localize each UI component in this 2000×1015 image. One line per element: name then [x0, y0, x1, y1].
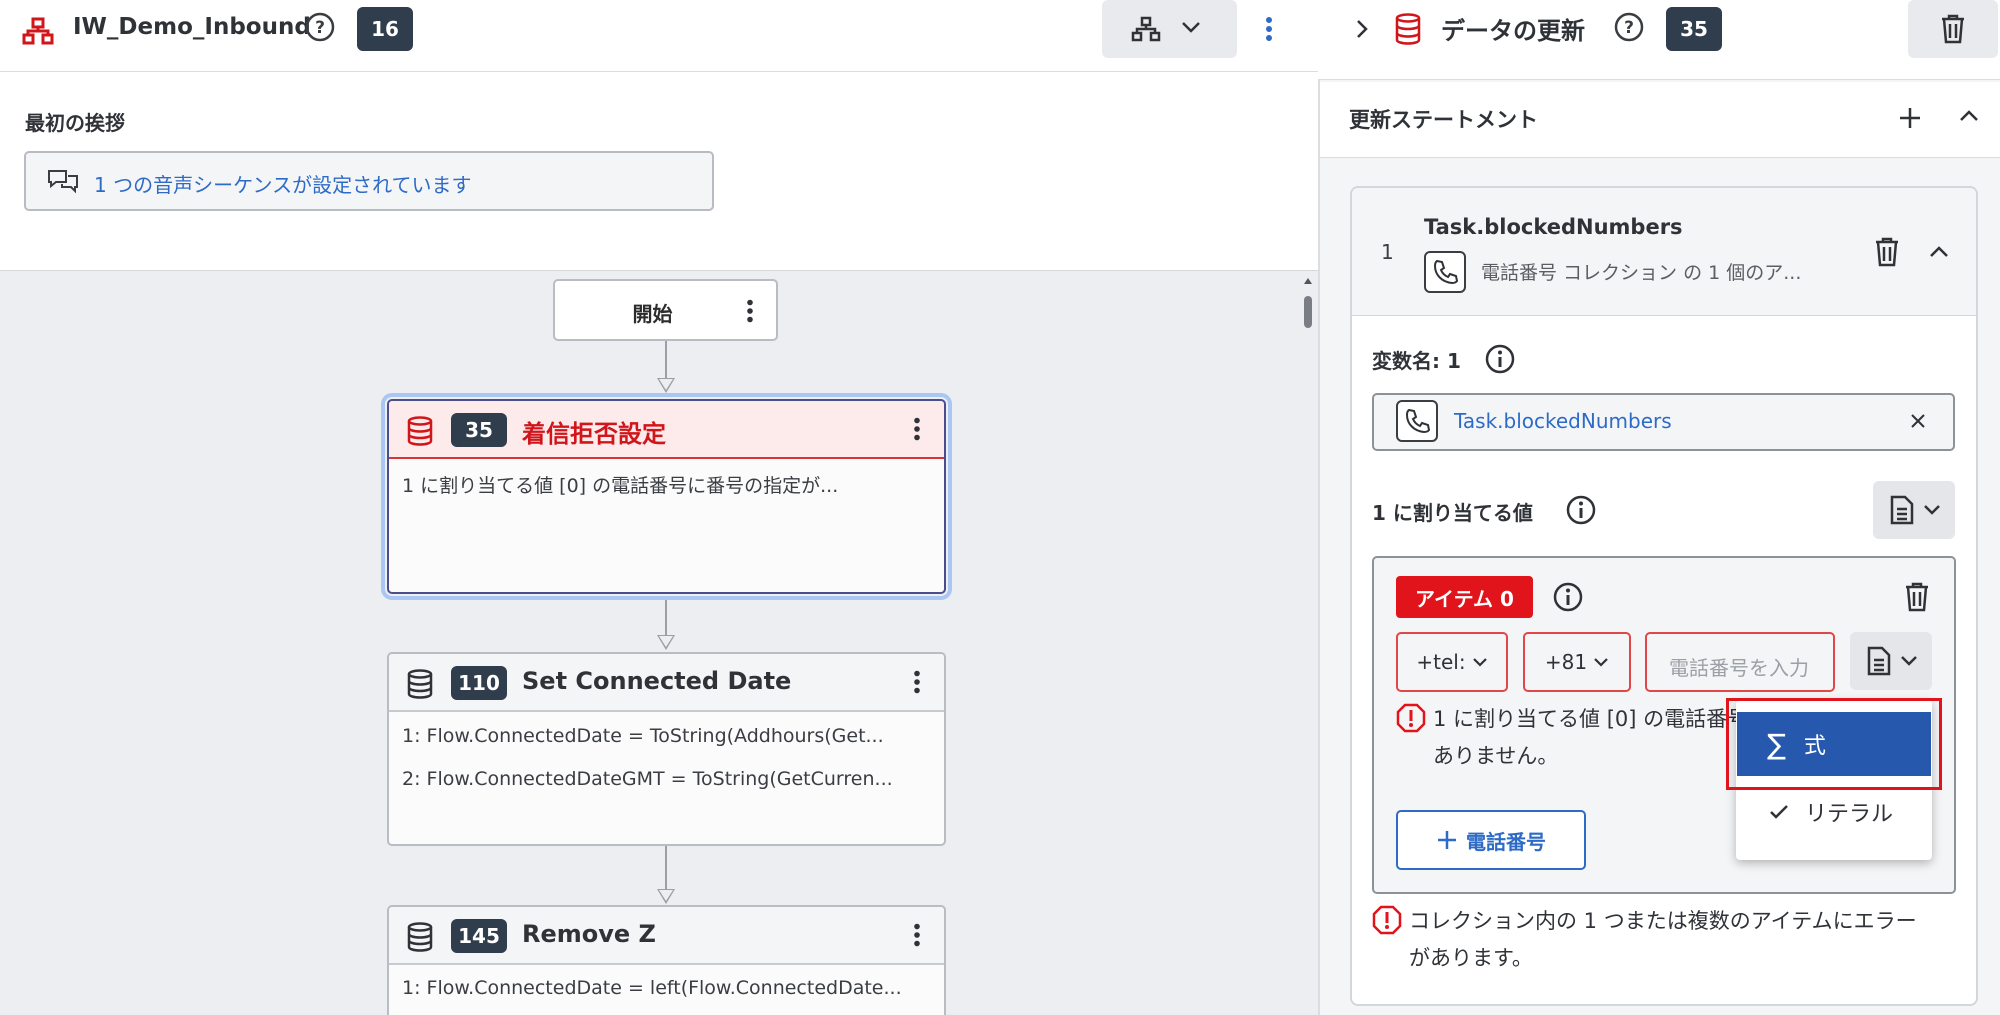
- country-code-value: +81: [1544, 650, 1588, 674]
- chevron-up-icon[interactable]: [1928, 244, 1950, 260]
- collection-error-line2: があります。: [1409, 946, 1533, 970]
- scheme-value: +tel:: [1416, 650, 1466, 674]
- greeting-text: 1 つの音声シーケンスが設定されています: [94, 173, 472, 197]
- node-id-badge: 145: [451, 919, 507, 953]
- node-summary-line: 1: Flow.ConnectedDate = ToString(Addhour…: [402, 725, 884, 747]
- node-title: Set Connected Date: [522, 667, 792, 695]
- country-code-select[interactable]: +81: [1523, 632, 1631, 692]
- checkmark-icon: [1770, 805, 1788, 819]
- flow-node-remove-z[interactable]: 145 Remove Z 1: Flow.ConnectedDate = lef…: [387, 905, 946, 1015]
- section-title: 更新ステートメント: [1349, 108, 1538, 132]
- flow-title: IW_Demo_Inbound: [73, 14, 311, 40]
- chevron-down-icon: [1180, 19, 1202, 35]
- help-icon[interactable]: ?: [304, 11, 336, 43]
- statement-number: 1: [1381, 240, 1394, 264]
- delete-action-button[interactable]: [1908, 0, 1998, 58]
- database-icon: [406, 669, 434, 699]
- node-header: 145 Remove Z: [389, 907, 944, 965]
- trash-icon[interactable]: [1904, 581, 1930, 613]
- flow-node-update-data-error[interactable]: 35 着信拒否設定 1 に割り当てる値 [0] の電話番号に番号の指定が...: [381, 393, 952, 600]
- variable-name-value: Task.blockedNumbers: [1454, 409, 1672, 433]
- start-label: 開始: [632, 302, 673, 326]
- flow-count-badge: 16: [357, 7, 413, 51]
- variable-name-label: 変数名: 1: [1372, 349, 1461, 373]
- greeting-sequence-button[interactable]: 1 つの音声シーケンスが設定されています: [24, 151, 714, 211]
- trash-icon[interactable]: [1874, 236, 1900, 268]
- value-type-menu-button[interactable]: [1873, 481, 1955, 539]
- database-icon: [1394, 13, 1422, 45]
- node-summary-line: 1: Flow.ConnectedDate = left(Flow.Connec…: [402, 977, 902, 999]
- node-title: Remove Z: [522, 920, 656, 948]
- add-phone-number-button[interactable]: 電話番号: [1396, 810, 1586, 870]
- chevron-down-icon: [1594, 658, 1608, 667]
- chevron-down-icon: [1900, 654, 1918, 668]
- phone-icon: [1396, 400, 1438, 442]
- document-icon: [1866, 646, 1892, 676]
- dropdown-option-literal[interactable]: リテラル: [1737, 786, 1931, 838]
- item-error-tag: アイテム 0: [1396, 576, 1533, 618]
- node-title: 着信拒否設定: [522, 420, 666, 448]
- error-icon: [1396, 703, 1426, 733]
- more-options-icon[interactable]: [1264, 16, 1274, 42]
- phone-number-input[interactable]: 電話番号を入力: [1645, 632, 1835, 692]
- add-phone-label: 電話番号: [1466, 829, 1546, 854]
- panel-title: データの更新: [1441, 17, 1585, 45]
- info-icon[interactable]: [1565, 494, 1597, 526]
- scheme-select[interactable]: +tel:: [1396, 632, 1508, 692]
- speech-bubbles-icon: [46, 167, 80, 195]
- statement-description: 電話番号 コレクション の 1 個のア...: [1481, 262, 1802, 284]
- view-mode-button[interactable]: [1102, 0, 1237, 58]
- flow-hierarchy-icon: [22, 17, 54, 45]
- info-icon[interactable]: [1552, 581, 1584, 613]
- statement-variable-name: Task.blockedNumbers: [1424, 215, 1683, 239]
- annotation-highlight: [1726, 698, 1942, 790]
- error-icon: [1372, 905, 1402, 935]
- svg-text:?: ?: [1624, 18, 1634, 38]
- flow-node-set-connected-date[interactable]: 110 Set Connected Date 1: Flow.Connected…: [387, 652, 946, 846]
- node-id-badge: 110: [451, 666, 507, 700]
- document-icon: [1889, 495, 1915, 525]
- assign-value-label: 1 に割り当てる値: [1372, 501, 1533, 525]
- node-more-icon[interactable]: [912, 417, 922, 441]
- phone-icon: [1424, 251, 1466, 293]
- chevron-down-icon: [1472, 658, 1487, 667]
- node-more-icon[interactable]: [912, 670, 922, 694]
- node-header: 110 Set Connected Date: [389, 654, 944, 712]
- node-more-icon[interactable]: [912, 923, 922, 947]
- info-icon[interactable]: [1484, 343, 1516, 375]
- node-id-badge: 35: [451, 413, 507, 447]
- chevron-right-icon[interactable]: [1354, 18, 1370, 40]
- database-icon: [406, 416, 434, 446]
- chevron-down-icon: [1923, 503, 1941, 517]
- greeting-label: 最初の挨拶: [25, 111, 125, 135]
- item-error-message-line1: 1 に割り当てる値 [0] の電話番号: [1433, 707, 1749, 731]
- clear-icon[interactable]: [1909, 412, 1927, 430]
- chevron-up-icon[interactable]: [1958, 108, 1980, 124]
- option-label: リテラル: [1805, 802, 1894, 827]
- start-node[interactable]: 開始: [553, 279, 778, 341]
- item-value-type-button[interactable]: [1850, 632, 1932, 690]
- svg-text:?: ?: [315, 18, 325, 38]
- canvas-scrollbar[interactable]: [1302, 274, 1314, 1015]
- hierarchy-view-icon: [1130, 16, 1162, 42]
- plus-icon: [1438, 831, 1456, 849]
- database-icon: [406, 922, 434, 952]
- item-error-message-line2: ありません。: [1433, 744, 1559, 768]
- trash-icon: [1940, 13, 1966, 45]
- start-more-icon[interactable]: [745, 299, 755, 323]
- node-summary-line: 2: Flow.ConnectedDateGMT = ToString(GetC…: [402, 768, 893, 790]
- node-summary: 1 に割り当てる値 [0] の電話番号に番号の指定が...: [402, 475, 839, 497]
- panel-count-badge: 35: [1666, 7, 1722, 51]
- node-header: 35 着信拒否設定: [389, 401, 944, 459]
- collection-error-line1: コレクション内の 1 つまたは複数のアイテムにエラー: [1409, 909, 1917, 933]
- add-icon[interactable]: [1898, 106, 1922, 130]
- help-icon[interactable]: ?: [1613, 11, 1645, 43]
